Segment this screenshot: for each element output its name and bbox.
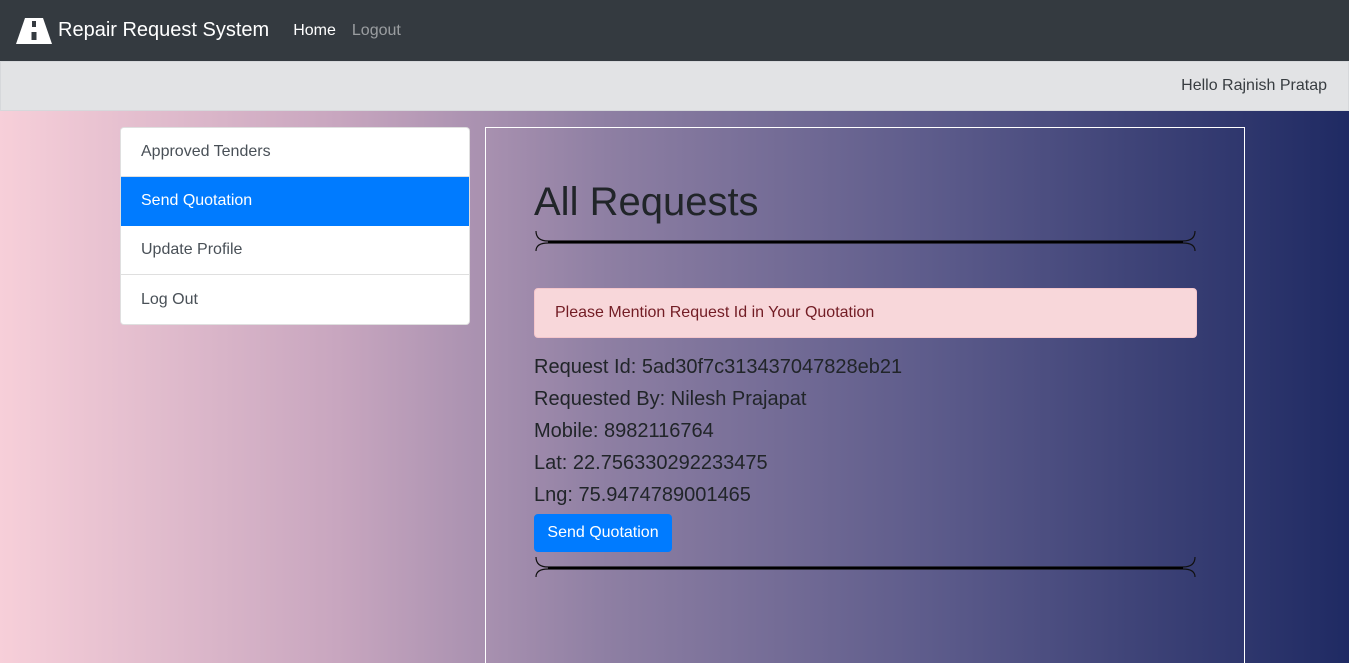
page-title: All Requests	[534, 180, 759, 224]
decorative-divider-bottom	[535, 556, 1196, 578]
mobile: Mobile: 8982116764	[534, 420, 714, 442]
latitude: Lat: 22.756330292233475	[534, 452, 768, 474]
nav-logout-link[interactable]: Logout	[352, 22, 401, 40]
top-navbar: Repair Request System Home Logout	[0, 0, 1349, 61]
sidebar-menu: Approved Tenders Send Quotation Update P…	[120, 127, 470, 325]
sidebar-item-send-quotation[interactable]: Send Quotation	[121, 177, 469, 226]
sidebar-item-log-out[interactable]: Log Out	[121, 275, 469, 324]
request-id: Request Id: 5ad30f7c313437047828eb21	[534, 356, 903, 378]
greeting-bar: Hello Rajnish Pratap	[0, 61, 1349, 111]
road-icon	[16, 17, 52, 44]
nav-home-link[interactable]: Home	[293, 22, 336, 40]
requested-by: Requested By: Nilesh Prajapat	[534, 388, 807, 410]
requests-panel: All Requests Please Mention Request Id i…	[485, 127, 1245, 663]
brand-title: Repair Request System	[58, 19, 270, 41]
sidebar-item-update-profile[interactable]: Update Profile	[121, 226, 469, 275]
send-quotation-button[interactable]: Send Quotation	[534, 514, 672, 552]
user-greeting: Hello Rajnish Pratap	[1181, 77, 1327, 94]
sidebar-item-approved-tenders[interactable]: Approved Tenders	[121, 128, 469, 177]
brand-link[interactable]: Repair Request System	[16, 17, 270, 44]
request-id-alert: Please Mention Request Id in Your Quotat…	[534, 288, 1197, 338]
longitude: Lng: 75.9474789001465	[534, 484, 751, 506]
request-details: Request Id: 5ad30f7c313437047828eb21 Req…	[534, 351, 902, 511]
decorative-divider-top	[535, 230, 1196, 252]
